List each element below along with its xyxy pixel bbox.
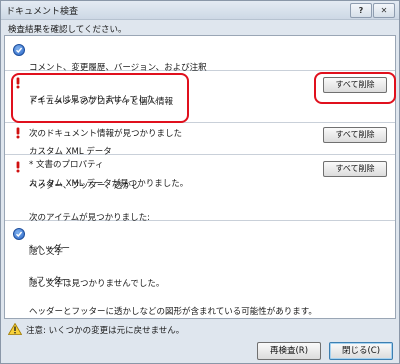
warning-text: 注意: いくつかの変更は元に戻せません。 [26,326,185,336]
remove-all-button[interactable]: すべて削除 [323,127,387,143]
section-text: 隠し文字 隠し文字は見つかりませんでした。 [29,226,164,310]
section-detail: 隠し文字は見つかりませんでした。 [29,278,165,289]
section-heading: 隠し文字 [29,247,64,257]
exclamation-icon [15,127,21,139]
section-custom-xml: カスタム XML データ カスタム XML データが見つかりました。 すべて削除 [5,122,395,189]
window-title: ドキュメント検査 [6,7,79,17]
exclamation-icon [15,161,21,173]
section-comments: コメント、変更履歴、バージョン、および注釈 アイテムは見つかりませんでした。 [5,36,395,105]
highlight-annotation [314,72,396,104]
instruction-text: 検査結果を確認してください。 [8,25,127,35]
close-window-button[interactable]: ✕ [373,3,395,18]
highlight-annotation [11,73,189,123]
document-inspector-dialog: ドキュメント検査 ? ✕ 検査結果を確認してください。 コメント、変更履歴、バー… [0,0,400,364]
warning-icon [7,322,23,338]
section-headers-footers: ヘッダー、フッター、透かし 次のアイテムが見つかりました: * ヘッダー * フ… [5,154,395,317]
section-hidden-text: 隠し文字 隠し文字は見つかりませんでした。 [5,220,395,289]
close-button[interactable]: 閉じる(C) [329,342,393,360]
section-heading: ヘッダー、フッター、透かし [29,181,140,191]
remove-all-button[interactable]: すべて削除 [323,161,387,177]
help-button[interactable]: ? [350,3,372,18]
title-bar: ドキュメント検査 ? ✕ [1,1,399,20]
check-icon [13,44,25,56]
check-icon [13,228,25,240]
inspection-results-list[interactable]: コメント、変更履歴、バージョン、および注釈 アイテムは見つかりませんでした。 ド… [4,35,396,319]
reinspect-button[interactable]: 再検査(R) [257,342,321,360]
